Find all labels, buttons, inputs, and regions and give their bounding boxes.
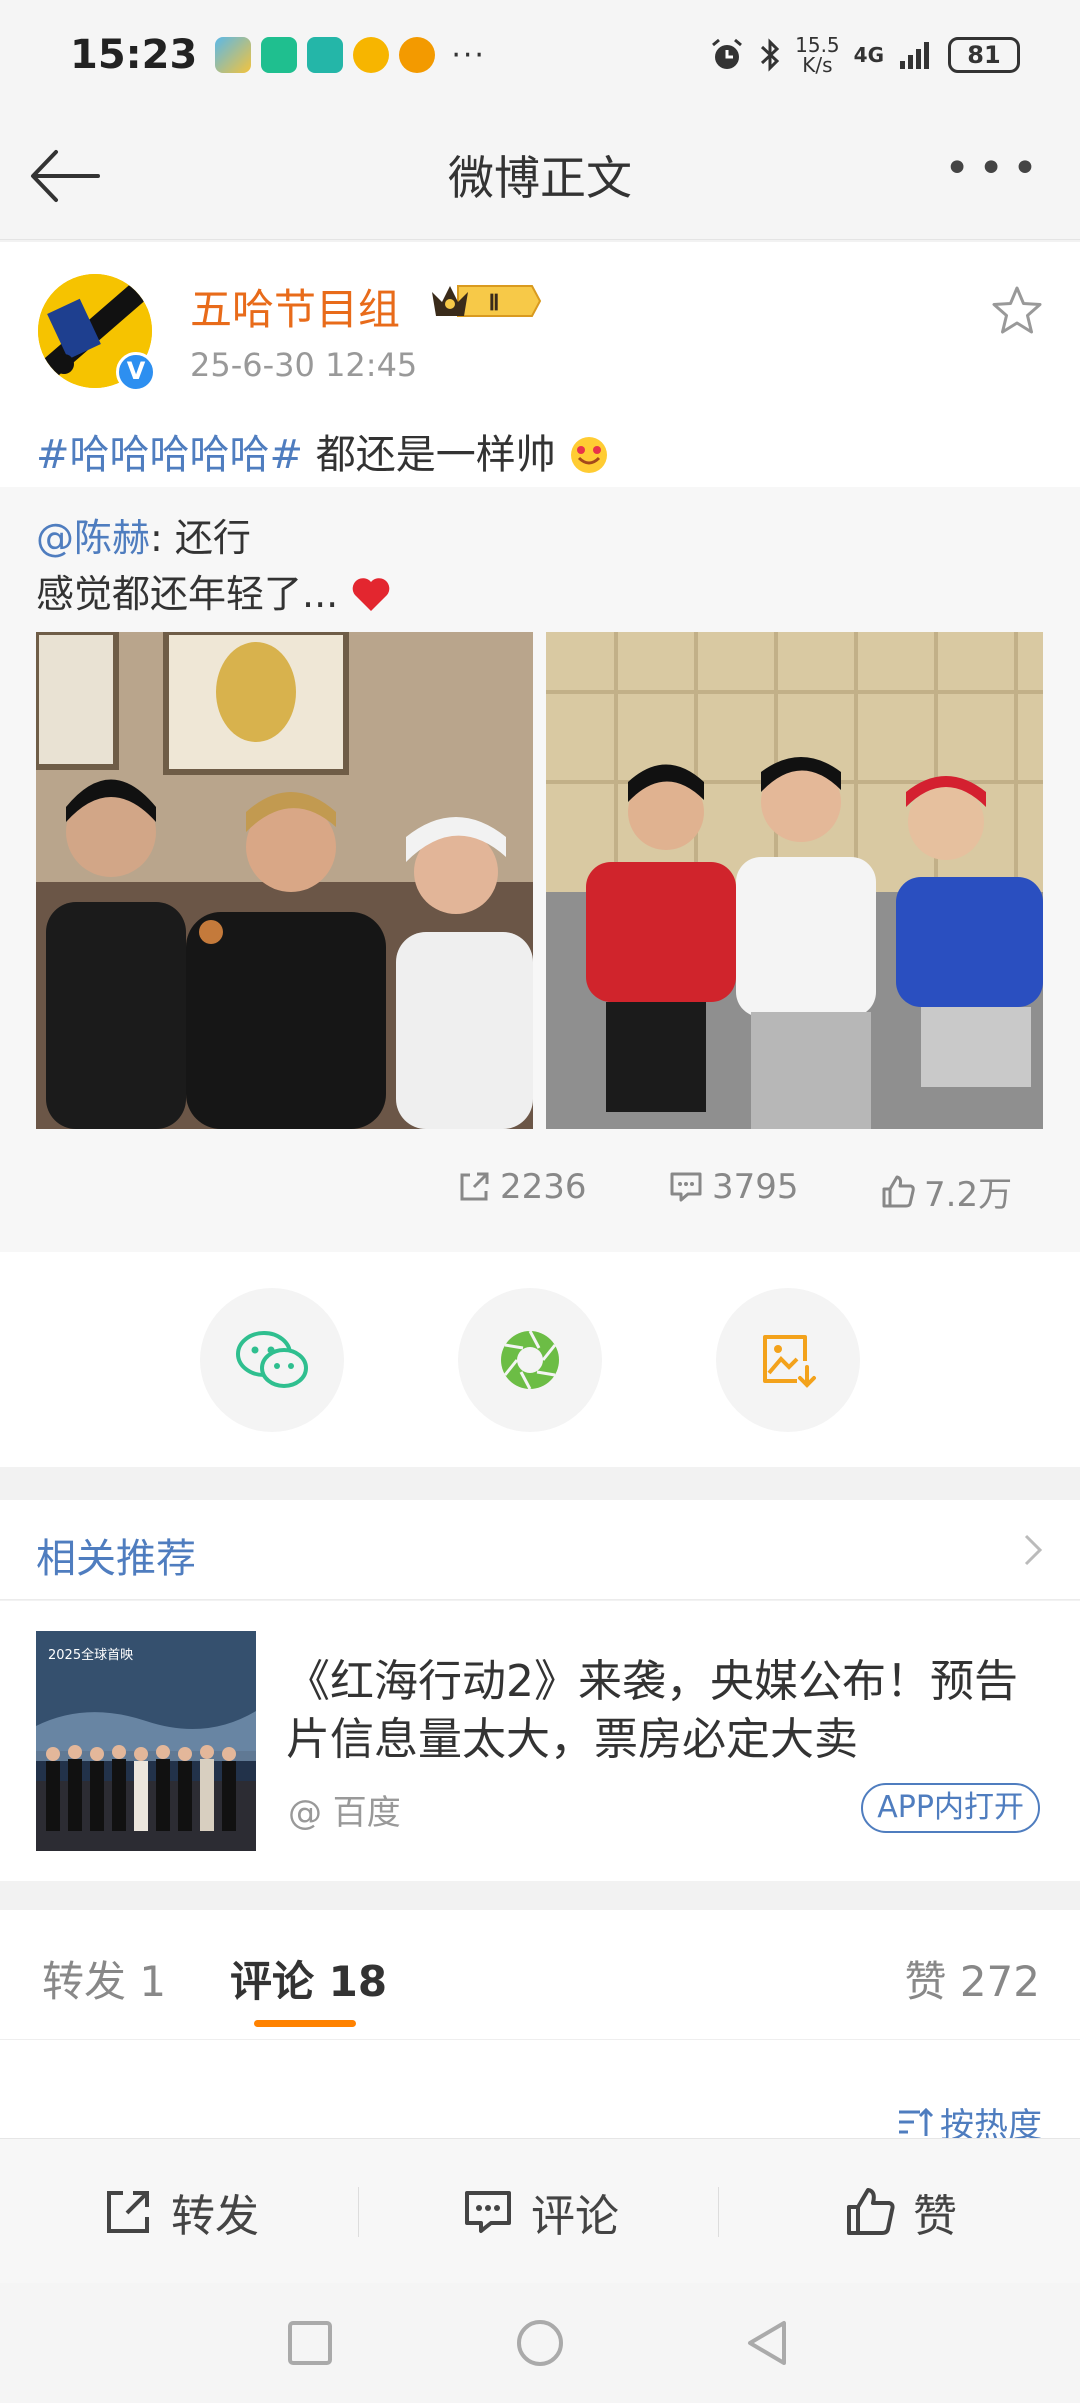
notification-icons: ··· <box>215 37 486 73</box>
like-button[interactable]: 赞 <box>720 2139 1080 2284</box>
comment-button[interactable]: 评论 <box>360 2139 720 2284</box>
battery-indicator: 81 <box>948 37 1020 73</box>
wechat-icon <box>236 1331 308 1388</box>
related-article-source: @ 百度 <box>288 1793 401 1833</box>
share-row <box>0 1252 1080 1467</box>
share-moments-button[interactable] <box>458 1288 602 1432</box>
post-body: 都还是一样帅 <box>303 432 556 478</box>
post-card: V 五哈节目组 Ⅱ 25-6-30 12:45 #哈哈哈哈哈# 都还是一样帅 <box>0 242 1080 487</box>
weibo-app-icon <box>353 37 390 73</box>
member-crown-badge-icon[interactable]: Ⅱ <box>428 278 542 324</box>
comment-icon <box>465 2190 511 2233</box>
comment-icon <box>670 1172 702 1202</box>
page-title: 微博正文 <box>448 150 632 205</box>
badge-level: Ⅱ <box>489 290 500 315</box>
alarm-icon <box>712 38 743 69</box>
share-wechat-button[interactable] <box>200 1288 344 1432</box>
net-speed-value: 15.5 <box>795 33 840 57</box>
sort-icon <box>899 2107 934 2136</box>
red-heart-icon <box>353 578 390 611</box>
signal-icon <box>900 42 929 69</box>
repost-line1: @陈赫: 还行 <box>36 507 251 562</box>
net-speed: 15.5 K/s <box>795 35 840 75</box>
sport-app-icon <box>261 37 298 73</box>
thumbs-up-icon <box>882 1175 915 1207</box>
back-triangle-icon[interactable] <box>738 2313 798 2373</box>
save-image-icon <box>763 1335 816 1388</box>
bluetooth-icon <box>761 38 780 72</box>
sport-app-icon <box>307 37 344 73</box>
post-photo-2[interactable] <box>546 632 1043 1129</box>
related-article-thumbnail[interactable]: 2025全球首映 <box>36 1631 256 1851</box>
more-notifications-icon: ··· <box>451 37 486 73</box>
nav-bar: 微博正文 ••• <box>0 110 1080 240</box>
comments-area: 按热度 <box>0 2040 1080 2146</box>
home-icon[interactable] <box>510 2313 570 2373</box>
repost-line2: 感觉都还年轻了... <box>36 563 392 618</box>
related-header[interactable]: 相关推荐 <box>0 1500 1080 1600</box>
mention-link[interactable]: @陈赫 <box>36 516 150 560</box>
repost-text1: : 还行 <box>150 516 251 560</box>
photo-three-men-couch <box>546 632 1043 1129</box>
photo-three-men-sofa <box>36 632 533 1129</box>
repost-label: 转发 <box>171 2190 259 2242</box>
status-bar: 15:23 ··· 15.5 K/s 4G 81 <box>0 0 1080 110</box>
related-article-card[interactable]: 2025全球首映 《红海行动2》来袭，央媒公布！预告片信息量太大，票房必定大卖 … <box>0 1601 1080 1881</box>
repost-stat[interactable]: 2236 <box>456 1167 587 1207</box>
related-article-headline[interactable]: 《红海行动2》来袭，央媒公布！预告片信息量太大，票房必定大卖 <box>286 1653 1046 1769</box>
author-name[interactable]: 五哈节目组 <box>190 276 400 337</box>
battery-level: 81 <box>967 41 1001 69</box>
active-tab-indicator <box>254 2020 356 2027</box>
chevron-right-icon <box>1024 1534 1043 1566</box>
engagement-tabs: 转发 1 评论 18 赞 272 <box>0 1910 1080 2040</box>
topic-link[interactable]: #哈哈哈哈哈# <box>36 432 303 478</box>
tab-comments[interactable]: 评论 18 <box>230 1948 387 2009</box>
repost-icon <box>107 2190 149 2233</box>
repost-count: 2236 <box>500 1167 587 1207</box>
status-indicators: 15.5 K/s 4G 81 <box>709 35 1020 75</box>
save-image-button[interactable] <box>716 1288 860 1432</box>
smiling-face-with-hearts-icon <box>571 437 608 473</box>
status-time: 15:23 <box>70 32 198 78</box>
system-navigation-bar <box>0 2283 1080 2403</box>
premiere-photo: 2025全球首映 <box>36 1631 256 1851</box>
verified-badge-icon: V <box>116 352 156 392</box>
bottom-action-bar: 转发 评论 赞 <box>0 2138 1080 2283</box>
game-app-icon <box>215 37 252 73</box>
thumbs-up-icon <box>847 2187 895 2235</box>
comment-label: 评论 <box>531 2190 619 2242</box>
post-time: 25-6-30 12:45 <box>190 346 418 384</box>
like-count: 7.2万 <box>924 1175 1013 1215</box>
repost-icon <box>460 1172 489 1201</box>
repost-button[interactable]: 转发 <box>0 2139 360 2284</box>
favorite-star-icon[interactable] <box>990 284 1044 338</box>
back-arrow-icon[interactable] <box>28 146 104 206</box>
net-speed-unit: K/s <box>802 53 833 77</box>
post-text: #哈哈哈哈哈# 都还是一样帅 <box>36 422 610 480</box>
tab-reposts[interactable]: 转发 1 <box>42 1948 166 2009</box>
tab-likes[interactable]: 赞 272 <box>904 1948 1040 2009</box>
comment-stat[interactable]: 3795 <box>668 1167 799 1207</box>
like-label: 赞 <box>913 2190 957 2242</box>
related-title: 相关推荐 <box>36 1536 196 1582</box>
divider <box>718 2187 719 2237</box>
post-photo-1[interactable] <box>36 632 533 1129</box>
moments-aperture-icon <box>501 1330 559 1390</box>
network-type: 4G <box>853 43 884 67</box>
like-stat[interactable]: 7.2万 <box>880 1167 1012 1216</box>
divider <box>358 2187 359 2237</box>
weibo-app-icon <box>399 37 436 73</box>
comment-count: 3795 <box>712 1167 799 1207</box>
recent-apps-icon[interactable] <box>280 2313 340 2373</box>
repost-text2: 感觉都还年轻了... <box>36 572 339 616</box>
more-options-icon[interactable]: ••• <box>944 147 1046 191</box>
reposted-content[interactable]: @陈赫: 还行 感觉都还年轻了... 2236 3795 7.2万 <box>0 487 1080 1252</box>
open-in-app-button[interactable]: APP内打开 <box>861 1783 1040 1833</box>
thumbnail-caption: 2025全球首映 <box>48 1647 133 1663</box>
